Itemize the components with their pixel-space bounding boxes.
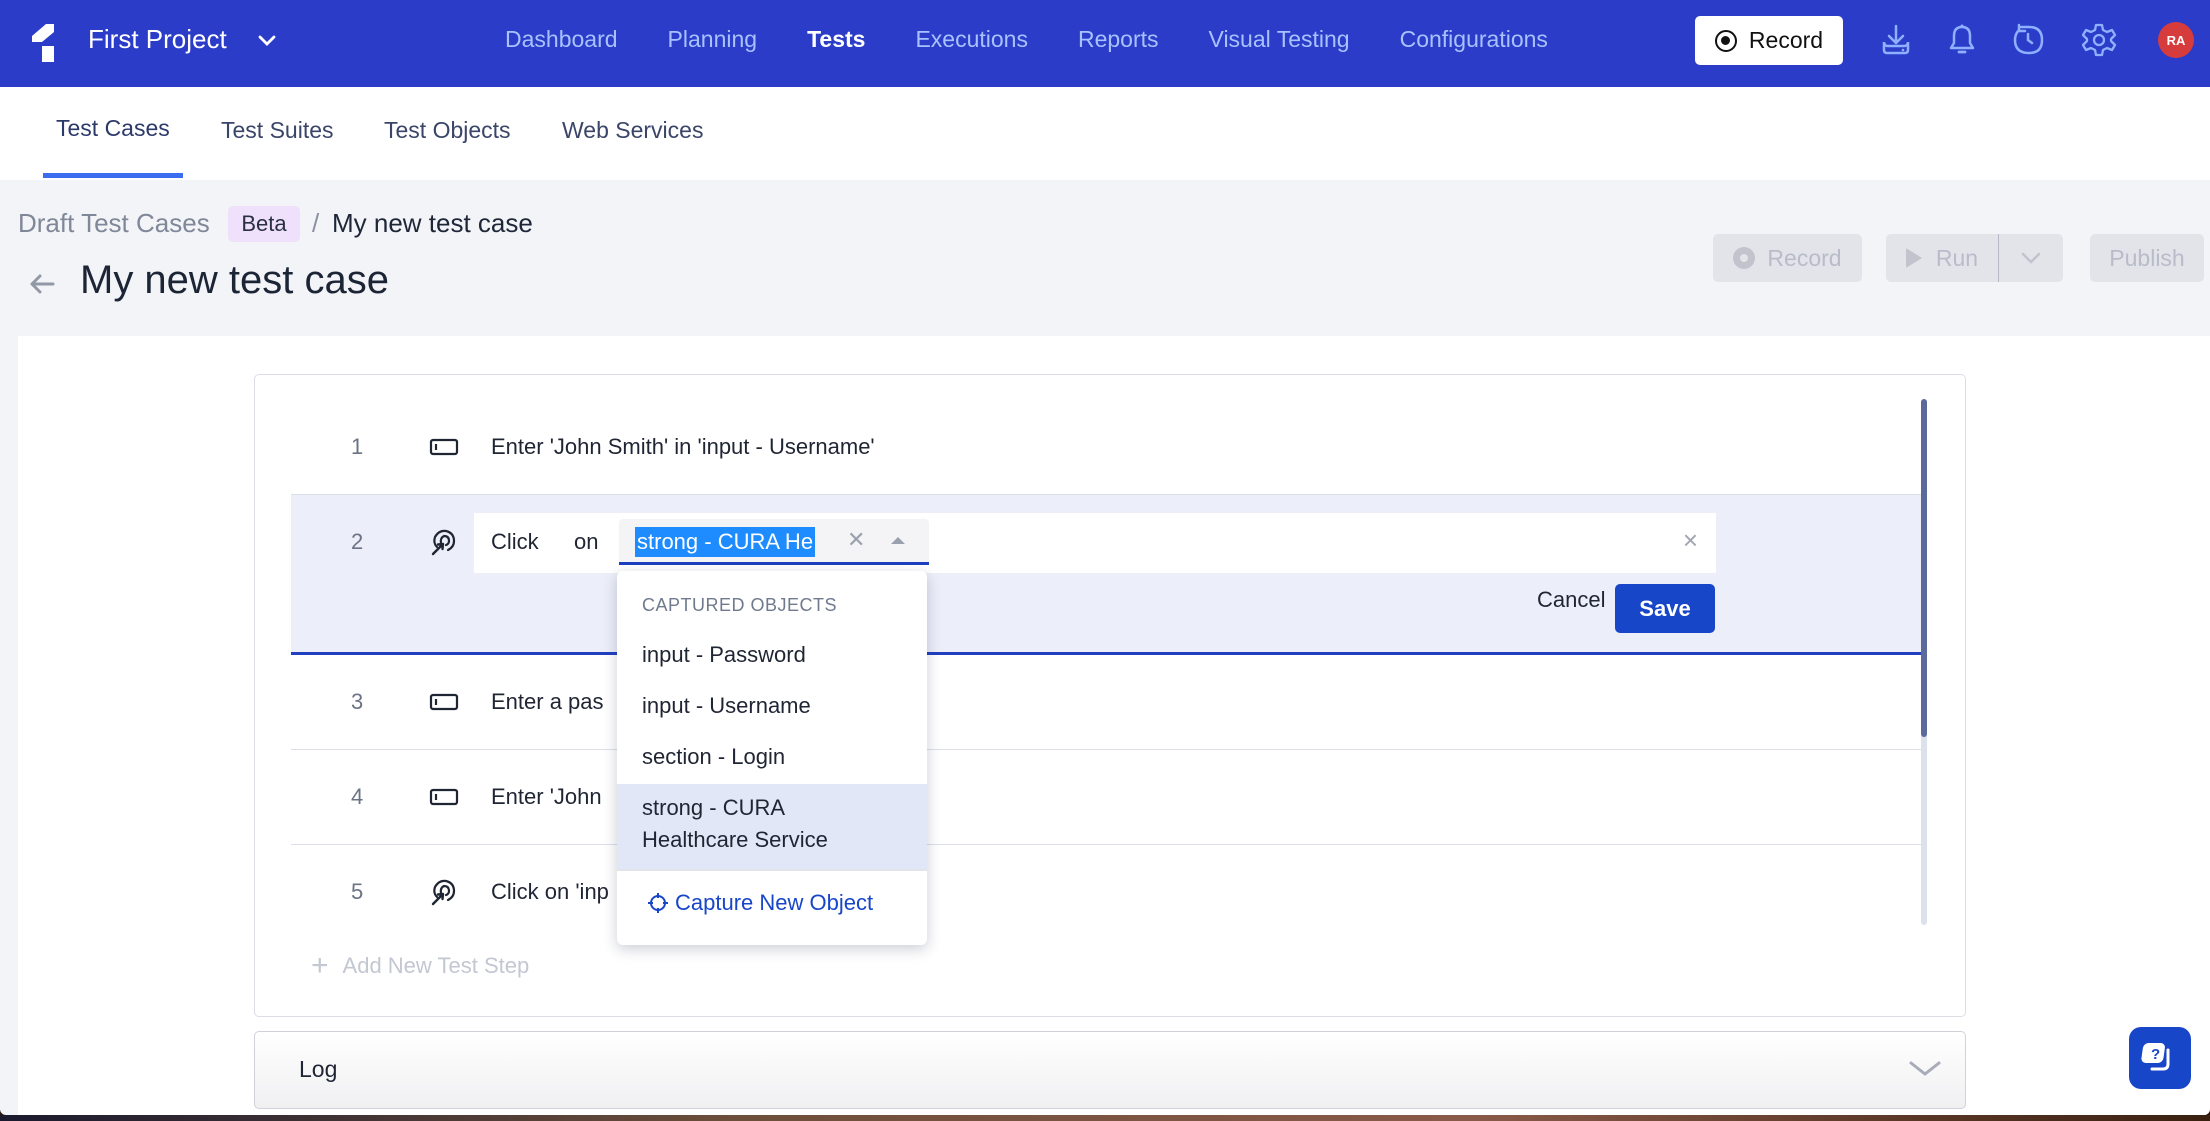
sub-tabs: Test Cases Test Suites Test Objects Web …: [0, 87, 2210, 180]
dropdown-option-highlighted[interactable]: strong - CURA Healthcare Service: [617, 784, 927, 869]
step-number: 5: [351, 879, 364, 904]
nav-reports[interactable]: Reports: [1078, 26, 1159, 53]
click-icon: [431, 879, 456, 906]
crosshair-icon: [648, 893, 668, 913]
dropdown-header: CAPTURED OBJECTS: [642, 595, 838, 615]
object-select-input[interactable]: strong - CURA He ✕: [619, 519, 929, 565]
scrollbar-thumb[interactable]: [1921, 399, 1927, 737]
download-icon[interactable]: [1878, 22, 1914, 58]
capture-new-object-button[interactable]: Capture New Object: [647, 890, 873, 916]
action-keyword[interactable]: Click: [491, 529, 539, 555]
input-icon: [429, 693, 459, 711]
nav-visual-testing[interactable]: Visual Testing: [1209, 26, 1350, 53]
history-icon[interactable]: [2011, 22, 2047, 58]
step-editor: Click on strong - CURA He ✕ ×: [474, 513, 1716, 573]
dropdown-option[interactable]: input - Password: [617, 639, 927, 671]
test-step-row-editing[interactable]: 2 Click on strong - CURA He ✕ × Cancel S…: [291, 495, 1923, 655]
top-nav: First Project Dashboard Planning Tests E…: [0, 0, 2210, 87]
run-button[interactable]: Run: [1886, 234, 1999, 282]
dropdown-option[interactable]: input - Username: [617, 690, 927, 722]
add-step-label: Add New Test Step: [342, 953, 530, 978]
clear-selection-icon[interactable]: ✕: [847, 527, 865, 553]
record-test-button[interactable]: Record: [1713, 234, 1862, 282]
main-nav: Dashboard Planning Tests Executions Repo…: [505, 26, 1598, 53]
click-icon: [431, 529, 456, 556]
tab-web-services[interactable]: Web Services: [562, 117, 703, 144]
help-icon: ?: [2141, 1043, 2170, 1071]
chevron-down-icon[interactable]: [254, 28, 280, 54]
help-chat-button[interactable]: ?: [2129, 1027, 2191, 1089]
breadcrumb-separator: /: [312, 208, 320, 238]
captured-objects-dropdown: CAPTURED OBJECTS input - Password input …: [617, 571, 927, 945]
chevron-down-icon: [2021, 252, 2041, 264]
step-text: Enter 'John Smith' in 'input - Username': [491, 434, 875, 459]
bell-icon[interactable]: [1944, 22, 1980, 58]
test-step-row[interactable]: 1 Enter 'John Smith' in 'input - Usernam…: [291, 400, 1923, 495]
app-screen: First Project Dashboard Planning Tests E…: [0, 0, 2210, 1115]
dropdown-option[interactable]: section - Login: [617, 741, 927, 773]
project-name[interactable]: First Project: [88, 24, 227, 55]
run-split-button: Run: [1886, 234, 2063, 282]
breadcrumb-current: My new test case: [332, 208, 533, 238]
run-label: Run: [1935, 244, 1979, 271]
selected-object-text: strong - CURA He: [635, 527, 816, 557]
step-text: Click on 'inp: [491, 879, 609, 904]
content-panel: 1 Enter 'John Smith' in 'input - Usernam…: [18, 336, 2210, 1115]
record-label: Record: [1748, 27, 1824, 53]
record-test-label: Record: [1767, 244, 1842, 271]
step-number: 4: [351, 784, 364, 809]
run-options-button[interactable]: [1999, 250, 2063, 266]
step-text: Enter 'John: [491, 784, 602, 809]
beta-badge: Beta: [228, 206, 300, 242]
active-tab-indicator: [43, 173, 183, 178]
gear-icon[interactable]: [2081, 22, 2117, 58]
caret-up-icon[interactable]: [891, 537, 905, 544]
app-logo-icon[interactable]: [28, 22, 60, 64]
publish-button[interactable]: Publish: [2090, 234, 2204, 282]
page-title: My new test case: [80, 258, 390, 302]
step-number: 1: [351, 434, 364, 459]
nav-tests[interactable]: Tests: [807, 26, 865, 53]
step-number: 2: [351, 529, 364, 554]
capture-new-object-label: Capture New Object: [675, 890, 874, 915]
save-button[interactable]: Save: [1615, 584, 1715, 633]
nav-dashboard[interactable]: Dashboard: [505, 26, 618, 53]
record-icon: [1733, 247, 1756, 269]
breadcrumb-root[interactable]: Draft Test Cases: [18, 208, 210, 239]
add-test-step-button[interactable]: + Add New Test Step: [311, 949, 529, 983]
test-step-row[interactable]: 5 Click on 'inp: [291, 845, 1923, 940]
tab-test-objects[interactable]: Test Objects: [384, 117, 511, 144]
test-step-row[interactable]: 4 Enter 'John: [291, 750, 1923, 845]
record-icon: [1714, 29, 1737, 52]
back-arrow-icon[interactable]: [26, 268, 58, 300]
nav-configurations[interactable]: Configurations: [1400, 26, 1548, 53]
desktop-background-strip: [0, 1115, 2210, 1121]
test-steps-card: 1 Enter 'John Smith' in 'input - Usernam…: [254, 374, 1966, 1017]
clear-step-icon[interactable]: ×: [1683, 525, 1698, 556]
preposition-keyword: on: [574, 529, 599, 554]
log-panel[interactable]: Log: [254, 1031, 1966, 1109]
tab-test-suites[interactable]: Test Suites: [221, 117, 334, 144]
input-icon: [429, 438, 459, 456]
step-text: Enter a pas: [491, 689, 604, 714]
input-icon: [429, 788, 459, 806]
nav-planning[interactable]: Planning: [668, 26, 758, 53]
dropdown-divider: [617, 869, 927, 871]
tab-test-cases[interactable]: Test Cases: [56, 115, 170, 142]
chevron-down-icon[interactable]: [1907, 1054, 1943, 1084]
nav-executions[interactable]: Executions: [915, 26, 1028, 53]
test-step-row[interactable]: 3 Enter a pas: [291, 655, 1923, 750]
avatar[interactable]: RA: [2158, 22, 2194, 58]
svg-text:?: ?: [2151, 1046, 2160, 1063]
play-icon: [1905, 248, 1922, 268]
log-label: Log: [299, 1056, 338, 1082]
steps-scrollbar[interactable]: [1921, 399, 1927, 925]
step-number: 3: [351, 689, 364, 714]
record-button[interactable]: Record: [1695, 16, 1843, 65]
cancel-button[interactable]: Cancel: [1537, 587, 1605, 613]
plus-icon: +: [311, 949, 329, 982]
